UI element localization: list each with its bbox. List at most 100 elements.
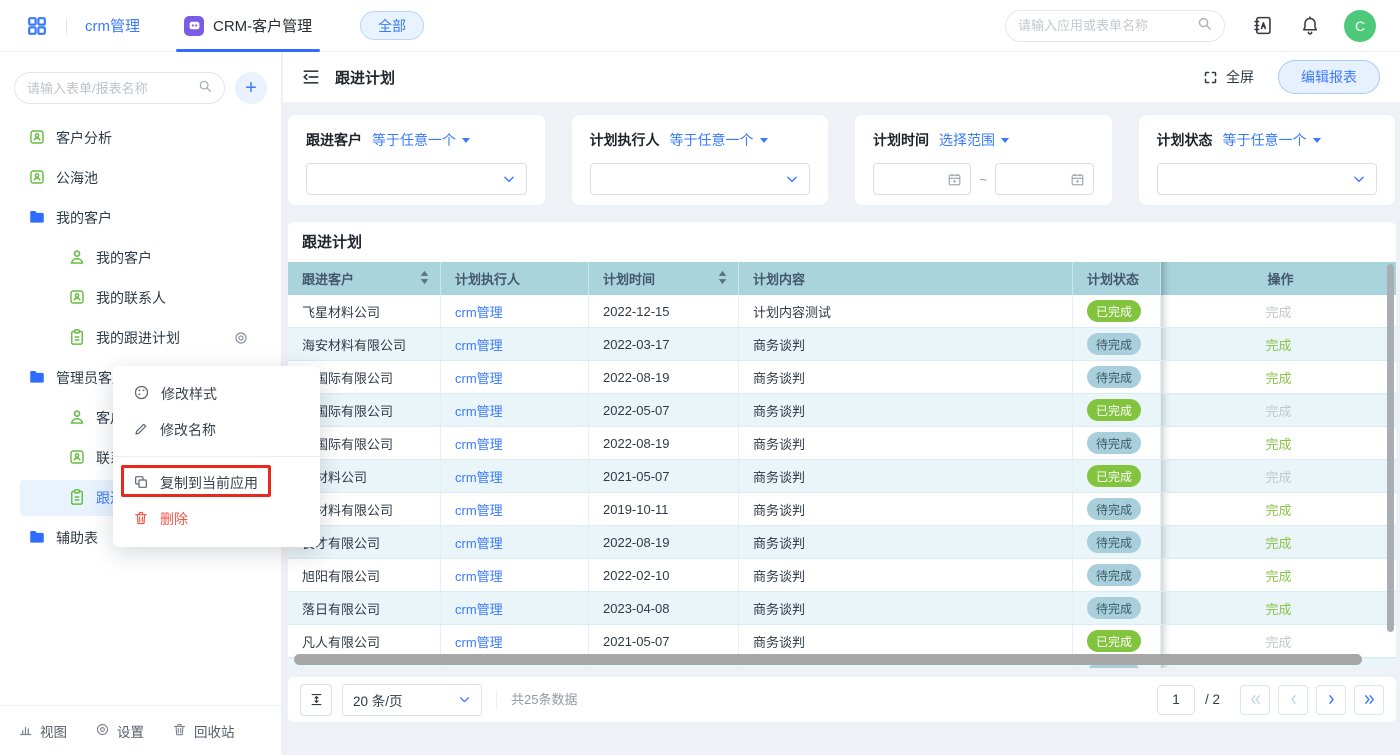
bell-icon[interactable] [1300,16,1320,36]
cell-content: 商务谈判 [739,361,1073,393]
horizontal-scrollbar[interactable] [294,654,1362,665]
action-link[interactable]: 完成 [1265,599,1291,618]
filter-select-executor[interactable] [590,163,811,195]
filter-condition-dropdown[interactable]: 选择范围 [939,130,1009,150]
cell-executor-link[interactable]: crm管理 [441,625,589,657]
menu-item-edit-style[interactable]: 修改样式 [113,376,320,412]
add-form-button[interactable]: + [235,72,267,104]
page-size-select[interactable]: 20 条/页 [342,684,482,716]
action-link[interactable]: 完成 [1265,434,1291,453]
date-end-input[interactable] [995,163,1093,195]
collapse-sidebar-icon[interactable] [301,67,321,87]
date-start-input[interactable] [873,163,971,195]
action-link[interactable]: 完成 [1265,533,1291,552]
main-area: 跟进计划 全屏 编辑报表 跟进客户 等于任意一个 计划执行人 等于任意一个 [283,52,1400,755]
gear-icon[interactable] [233,330,249,346]
recycle-bin-button[interactable]: 回收站 [172,721,235,741]
menu-item-delete[interactable]: 删除 [113,501,320,537]
double-chevron-left-icon [1248,692,1263,707]
all-pill-button[interactable]: 全部 [360,11,424,40]
action-link[interactable]: 完成 [1265,335,1291,354]
pencil-icon [133,421,149,440]
fullscreen-button[interactable]: 全屏 [1203,67,1254,87]
filter-select-status[interactable] [1157,163,1378,195]
action-link[interactable]: 完成 [1265,665,1291,669]
column-header[interactable]: 计划时间 [589,262,739,295]
sidebar-search[interactable] [14,72,225,104]
status-badge: 待完成 [1087,597,1141,619]
action-link[interactable]: 完成 [1265,566,1291,585]
action-link[interactable]: 完成 [1265,302,1291,321]
global-search[interactable] [1005,10,1225,42]
cell-executor-link[interactable]: crm管理 [441,361,589,393]
column-header[interactable]: 操作 [1161,262,1396,295]
cell-executor-link[interactable]: crm管理 [441,526,589,558]
column-header[interactable]: 计划内容 [739,262,1073,295]
apps-grid-icon[interactable] [26,15,48,37]
filter-label: 跟进客户 [306,130,362,150]
cell-customer: 凡人有限公司 [288,625,441,657]
sidebar-search-input[interactable] [27,81,198,96]
cell-executor-link[interactable]: crm管理 [441,493,589,525]
double-chevron-right-icon [1362,692,1377,707]
sort-icon[interactable] [717,270,728,288]
cell-executor-link[interactable]: crm管理 [441,427,589,459]
prev-page-button[interactable] [1278,685,1308,715]
cell-date: 2022-03-17 [589,328,739,360]
table-density-button[interactable] [300,684,332,716]
vertical-scrollbar[interactable] [1387,264,1394,632]
avatar[interactable]: C [1344,10,1376,42]
last-page-button[interactable] [1354,685,1384,715]
column-header[interactable]: 跟进客户 [288,262,441,295]
action-link[interactable]: 完成 [1265,368,1291,387]
action-link[interactable]: 完成 [1265,401,1291,420]
address-book-icon[interactable] [1252,15,1273,36]
workspace-link[interactable]: crm管理 [85,15,140,36]
sidebar-item[interactable]: 公海池 [0,158,281,198]
column-header[interactable]: 计划执行人 [441,262,589,295]
action-link[interactable]: 完成 [1265,500,1291,519]
status-badge: 已完成 [1087,465,1141,487]
content-header: 跟进计划 全屏 编辑报表 [283,52,1400,102]
filter-condition-dropdown[interactable]: 等于任意一个 [670,130,768,150]
page-input[interactable] [1157,685,1195,715]
action-link[interactable]: 完成 [1265,632,1291,651]
first-page-button[interactable] [1240,685,1270,715]
column-header[interactable]: 计划状态 [1073,262,1161,295]
cell-executor-link[interactable]: crm管理 [441,559,589,591]
cell-status: 待完成 [1073,559,1161,591]
sort-icon[interactable] [419,270,430,288]
recycle-bin-label: 回收站 [194,721,235,741]
filter-condition-dropdown[interactable]: 等于任意一个 [372,130,470,150]
sidebar-item[interactable]: 我的客户 [0,238,281,278]
menu-item-rename[interactable]: 修改名称 [113,412,320,448]
menu-item-copy-to-app[interactable]: 复制到当前应用 [113,465,320,501]
cell-content: 商务谈判 [739,427,1073,459]
cell-action: 完成 [1161,559,1396,591]
folder-icon [28,208,46,229]
action-link[interactable]: 完成 [1265,467,1291,486]
menu-divider [113,456,320,457]
form-icon [68,448,86,469]
sidebar-item[interactable]: 我的客户 [0,198,281,238]
cell-executor-link[interactable]: crm管理 [441,295,589,327]
sidebar-item[interactable]: 我的联系人 [0,278,281,318]
settings-button[interactable]: 设置 [95,721,144,741]
total-count: 共25条数据 [496,690,577,710]
cell-executor-link[interactable]: crm管理 [441,394,589,426]
cell-status: 已完成 [1073,394,1161,426]
cell-executor-link[interactable]: crm管理 [441,592,589,624]
tab-crm-app[interactable]: CRM-客户管理 [184,0,312,52]
cell-executor-link[interactable]: crm管理 [441,460,589,492]
filter-select-customer[interactable] [306,163,527,195]
next-page-button[interactable] [1316,685,1346,715]
sidebar-item[interactable]: 客户分析 [0,118,281,158]
cell-executor-link[interactable]: crm管理 [441,328,589,360]
sidebar-item[interactable]: 我的跟进计划 [0,318,281,358]
filter-condition-dropdown[interactable]: 等于任意一个 [1223,130,1321,150]
sidebar-item-label: 我的客户 [56,208,112,228]
views-button[interactable]: 视图 [18,721,67,741]
edit-report-button[interactable]: 编辑报表 [1278,60,1380,94]
sidebar-item-label: 我的联系人 [96,288,166,308]
global-search-input[interactable] [1018,18,1197,33]
